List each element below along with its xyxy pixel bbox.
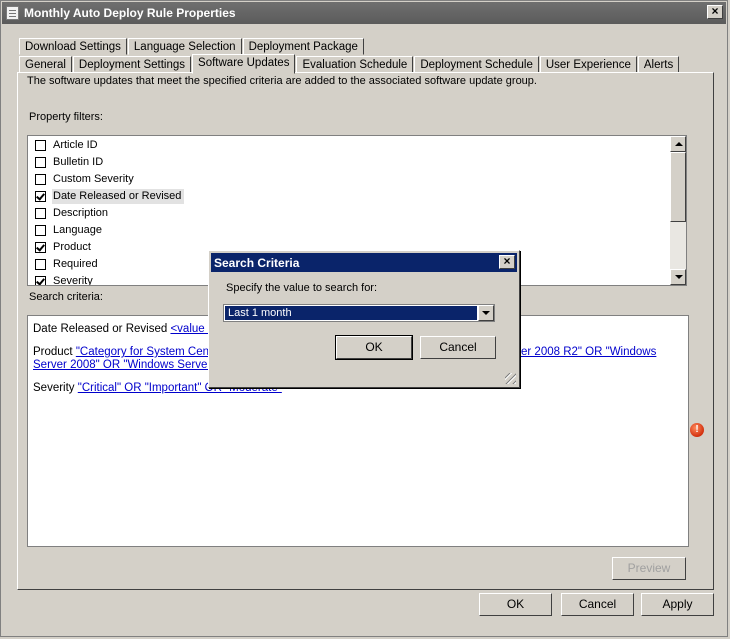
filter-product[interactable]: Product bbox=[35, 239, 94, 256]
criteria-product-link-line2[interactable]: Server 2008" OR "Windows Server 2 bbox=[33, 359, 221, 371]
filter-required[interactable]: Required bbox=[35, 256, 101, 273]
filter-label: Language bbox=[53, 224, 102, 236]
filter-language[interactable]: Language bbox=[35, 222, 105, 239]
tab-deployment-settings[interactable]: Deployment Settings bbox=[72, 56, 192, 73]
filter-date-released[interactable]: Date Released or Revised bbox=[35, 188, 185, 205]
tab-deployment-package[interactable]: Deployment Package bbox=[242, 38, 364, 55]
tab-language-selection[interactable]: Language Selection bbox=[127, 38, 242, 55]
tab-download-settings[interactable]: Download Settings bbox=[19, 38, 127, 55]
filter-severity[interactable]: Severity bbox=[35, 273, 96, 286]
chevron-down-icon[interactable] bbox=[478, 305, 494, 321]
scroll-thumb[interactable] bbox=[670, 152, 686, 222]
dialog-title: Search Criteria bbox=[214, 256, 300, 270]
filter-label: Description bbox=[53, 207, 109, 219]
filter-checkbox[interactable] bbox=[35, 225, 46, 236]
search-value-dropdown[interactable]: Last 1 month bbox=[223, 304, 495, 322]
filter-label: Required bbox=[53, 258, 98, 270]
resize-grip-icon[interactable] bbox=[505, 373, 516, 384]
criteria-product-row-2: Server 2008" OR "Windows Server 2 bbox=[33, 359, 221, 372]
window-title: Monthly Auto Deploy Rule Properties bbox=[24, 6, 236, 20]
filter-checkbox[interactable] bbox=[35, 191, 46, 202]
filter-label: Severity bbox=[53, 275, 93, 286]
ok-button[interactable]: OK bbox=[479, 593, 552, 616]
tab-user-experience[interactable]: User Experience bbox=[539, 56, 637, 73]
dialog-close-button[interactable]: × bbox=[499, 255, 515, 269]
criteria-product-label: Product bbox=[33, 346, 73, 358]
criteria-date-label: Date Released or Revised bbox=[33, 323, 168, 335]
dialog-cancel-button[interactable]: Cancel bbox=[420, 336, 496, 359]
title-bar[interactable]: Monthly Auto Deploy Rule Properties × bbox=[2, 2, 726, 24]
filter-checkbox[interactable] bbox=[35, 157, 46, 168]
filter-custom-severity[interactable]: Custom Severity bbox=[35, 171, 137, 188]
search-value-selected: Last 1 month bbox=[225, 306, 477, 320]
window-close-button[interactable]: × bbox=[707, 5, 723, 19]
tab-alerts[interactable]: Alerts bbox=[637, 56, 680, 73]
filter-label: Custom Severity bbox=[53, 173, 134, 185]
tab-general[interactable]: General bbox=[19, 56, 72, 73]
filter-label: Bulletin ID bbox=[53, 156, 104, 168]
scroll-up-button[interactable] bbox=[670, 136, 686, 152]
tab-evaluation-schedule[interactable]: Evaluation Schedule bbox=[296, 56, 414, 73]
dialog-title-bar[interactable]: Search Criteria × bbox=[211, 253, 517, 272]
apply-button[interactable]: Apply bbox=[641, 593, 714, 616]
filter-bulletin-id[interactable]: Bulletin ID bbox=[35, 154, 106, 171]
properties-icon bbox=[6, 6, 19, 20]
criteria-severity-label: Severity bbox=[33, 382, 75, 394]
filter-checkbox[interactable] bbox=[35, 174, 46, 185]
criteria-product-row-tail: er 2008 R2" OR "Windows bbox=[521, 346, 656, 359]
filter-checkbox[interactable] bbox=[35, 259, 46, 270]
dialog-prompt: Specify the value to search for: bbox=[226, 282, 378, 294]
filter-description[interactable]: Description bbox=[35, 205, 111, 222]
tab-software-updates[interactable]: Software Updates bbox=[192, 54, 296, 74]
filter-label: Date Released or Revised bbox=[52, 189, 185, 204]
filter-checkbox[interactable] bbox=[35, 208, 46, 219]
scroll-down-button[interactable] bbox=[670, 269, 686, 285]
filter-label: Article ID bbox=[53, 139, 98, 151]
preview-button[interactable]: Preview bbox=[612, 557, 686, 580]
search-criteria-dialog: Search Criteria × Specify the value to s… bbox=[208, 250, 520, 388]
criteria-product-row: Product "Category for System Center bbox=[33, 346, 222, 359]
property-filters-label: Property filters: bbox=[29, 111, 103, 123]
dialog-ok-button[interactable]: OK bbox=[335, 335, 413, 360]
filter-checkbox[interactable] bbox=[35, 242, 46, 253]
cancel-button[interactable]: Cancel bbox=[561, 593, 634, 616]
filter-label: Product bbox=[53, 241, 91, 253]
filter-checkbox[interactable] bbox=[35, 276, 46, 285]
criteria-date-row: Date Released or Revised <value to bbox=[33, 323, 217, 336]
panel-description: The software updates that meet the speci… bbox=[27, 75, 537, 87]
filters-scrollbar[interactable] bbox=[670, 136, 686, 285]
criteria-product-link[interactable]: "Category for System Center bbox=[76, 346, 223, 358]
tab-deployment-schedule[interactable]: Deployment Schedule bbox=[414, 56, 539, 73]
filter-article-id[interactable]: Article ID bbox=[35, 137, 101, 154]
error-icon: ! bbox=[690, 423, 704, 437]
criteria-product-link-tail[interactable]: er 2008 R2" OR "Windows bbox=[521, 346, 656, 358]
search-criteria-label: Search criteria: bbox=[29, 291, 103, 303]
filter-checkbox[interactable] bbox=[35, 140, 46, 151]
